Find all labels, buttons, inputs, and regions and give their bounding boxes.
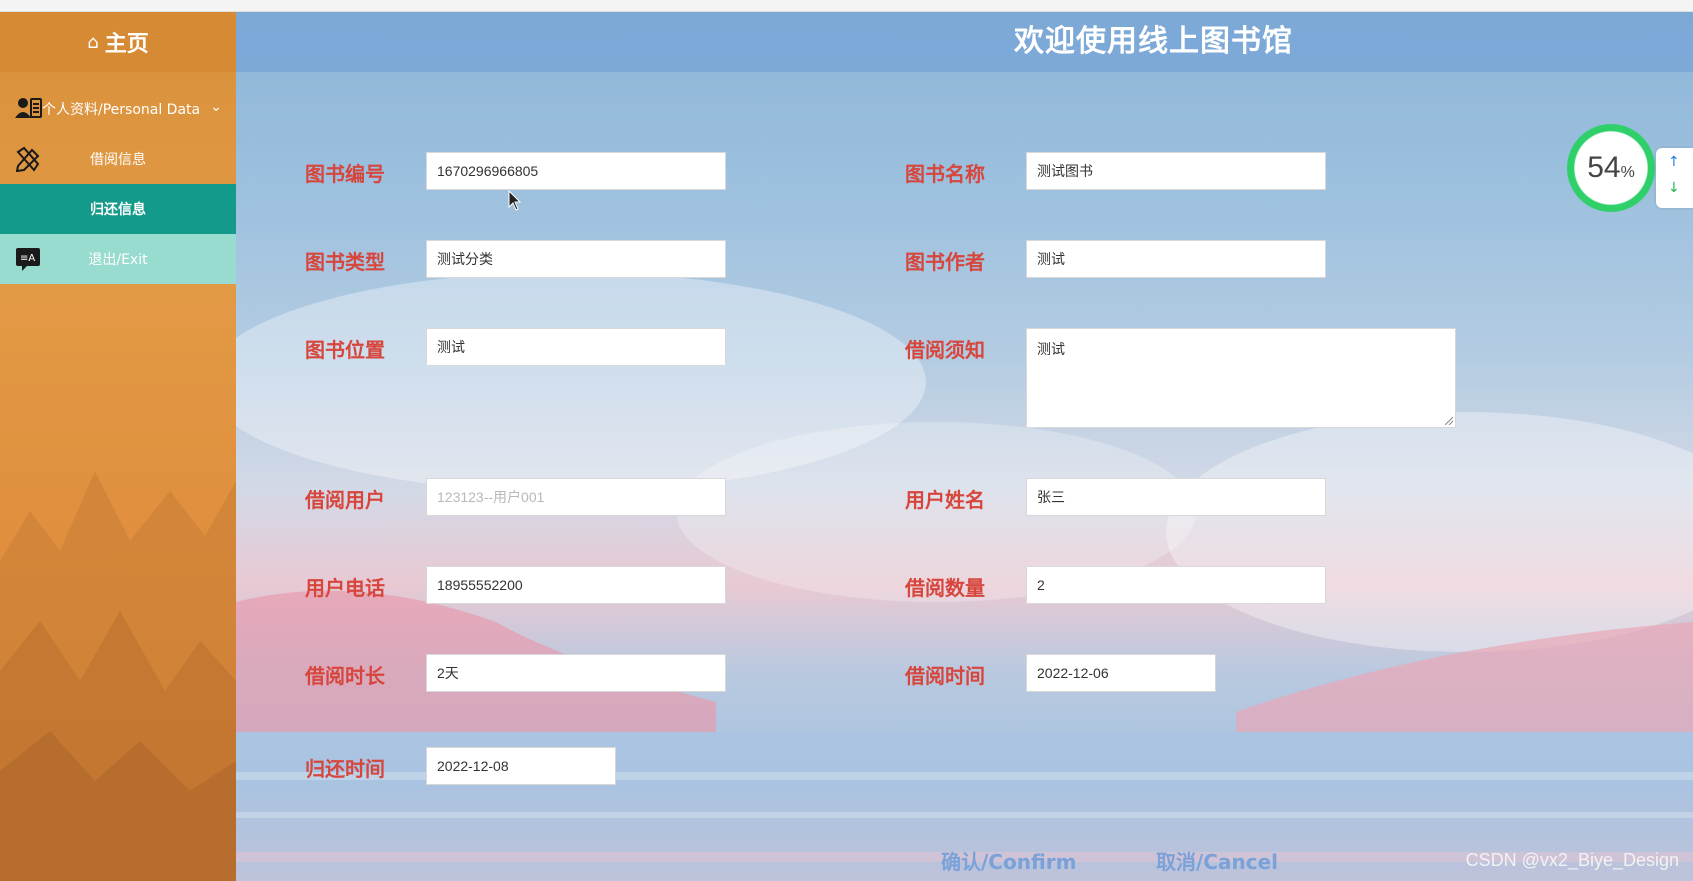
svg-text:≡A: ≡A <box>20 253 35 264</box>
borrow-time-field[interactable]: 2022-12-06 <box>1026 654 1216 692</box>
mouse-cursor-icon <box>508 190 522 211</box>
progress-widget[interactable]: 54% <box>1567 124 1655 212</box>
home-icon: ⌂ <box>87 31 99 53</box>
book-location-field[interactable]: 测试 <box>426 328 726 366</box>
book-no-field[interactable]: 1670296966805 <box>426 152 726 190</box>
page-title: 欢迎使用线上图书馆 <box>1014 24 1293 59</box>
sidebar: ⌂ 主页 个人资料/Personal Data ⌄ 借阅信息 归还信息 ≡A 退… <box>0 12 236 881</box>
borrow-notice-text: 测试 <box>1037 341 1065 357</box>
book-no-label: 图书编号 <box>305 162 385 186</box>
pencil-ruler-icon <box>15 146 40 172</box>
borrow-user-field[interactable]: 123123--用户001 <box>426 478 726 516</box>
borrow-duration-label: 借阅时长 <box>305 664 385 688</box>
borrow-count-field[interactable]: 2 <box>1026 566 1326 604</box>
browser-top-strip <box>0 0 1693 12</box>
resize-grip-icon[interactable] <box>1445 417 1453 425</box>
user-name-label: 用户姓名 <box>905 488 985 512</box>
borrow-time-label: 借阅时间 <box>905 664 985 688</box>
sidebar-item-personal-data[interactable]: 个人资料/Personal Data ⌄ <box>0 84 236 134</box>
user-name-field[interactable]: 张三 <box>1026 478 1326 516</box>
borrow-user-label: 借阅用户 <box>305 488 385 512</box>
watermark: CSDN @vx2_Biye_Design <box>1465 850 1679 870</box>
book-type-label: 图书类型 <box>305 250 385 274</box>
user-phone-label: 用户电话 <box>305 576 385 600</box>
book-author-field[interactable]: 测试 <box>1026 240 1326 278</box>
translate-chat-icon: ≡A <box>16 248 40 271</box>
arrow-down-icon[interactable]: ↓ <box>1668 180 1680 196</box>
book-name-field[interactable]: 测试图书 <box>1026 152 1326 190</box>
borrow-notice-textarea[interactable]: 测试 <box>1026 328 1456 428</box>
return-time-field[interactable]: 2022-12-08 <box>426 747 616 785</box>
borrow-count-label: 借阅数量 <box>905 576 985 600</box>
sidebar-mountain-decoration <box>0 471 236 881</box>
return-time-label: 归还时间 <box>305 757 385 781</box>
borrow-notice-label: 借阅须知 <box>905 338 985 362</box>
sidebar-home[interactable]: ⌂ 主页 <box>0 12 236 72</box>
book-name-label: 图书名称 <box>905 162 985 186</box>
user-phone-field[interactable]: 18955552200 <box>426 566 726 604</box>
sidebar-home-label: 主页 <box>104 32 149 57</box>
sidebar-item-return-info[interactable]: 归还信息 <box>0 184 236 234</box>
sidebar-item-exit[interactable]: ≡A 退出/Exit <box>0 234 236 284</box>
sidebar-item-label: 归还信息 <box>90 202 146 218</box>
main-content: 欢迎使用线上图书馆 图书编号 1670296966805 图书名称 测试图书 图… <box>236 12 1693 881</box>
progress-value: 54% <box>1587 151 1635 184</box>
id-card-icon <box>15 98 42 118</box>
scroll-tab[interactable]: ↑ ↓ <box>1656 148 1693 208</box>
chevron-down-icon: ⌄ <box>210 99 222 115</box>
book-author-label: 图书作者 <box>905 250 985 274</box>
arrow-up-icon[interactable]: ↑ <box>1668 154 1680 170</box>
confirm-button[interactable]: 确认/Confirm <box>941 846 1077 875</box>
cancel-button[interactable]: 取消/Cancel <box>1156 846 1278 875</box>
borrow-duration-field[interactable]: 2天 <box>426 654 726 692</box>
sidebar-item-borrow-info[interactable]: 借阅信息 <box>0 134 236 184</box>
book-location-label: 图书位置 <box>305 338 385 362</box>
book-type-field[interactable]: 测试分类 <box>426 240 726 278</box>
